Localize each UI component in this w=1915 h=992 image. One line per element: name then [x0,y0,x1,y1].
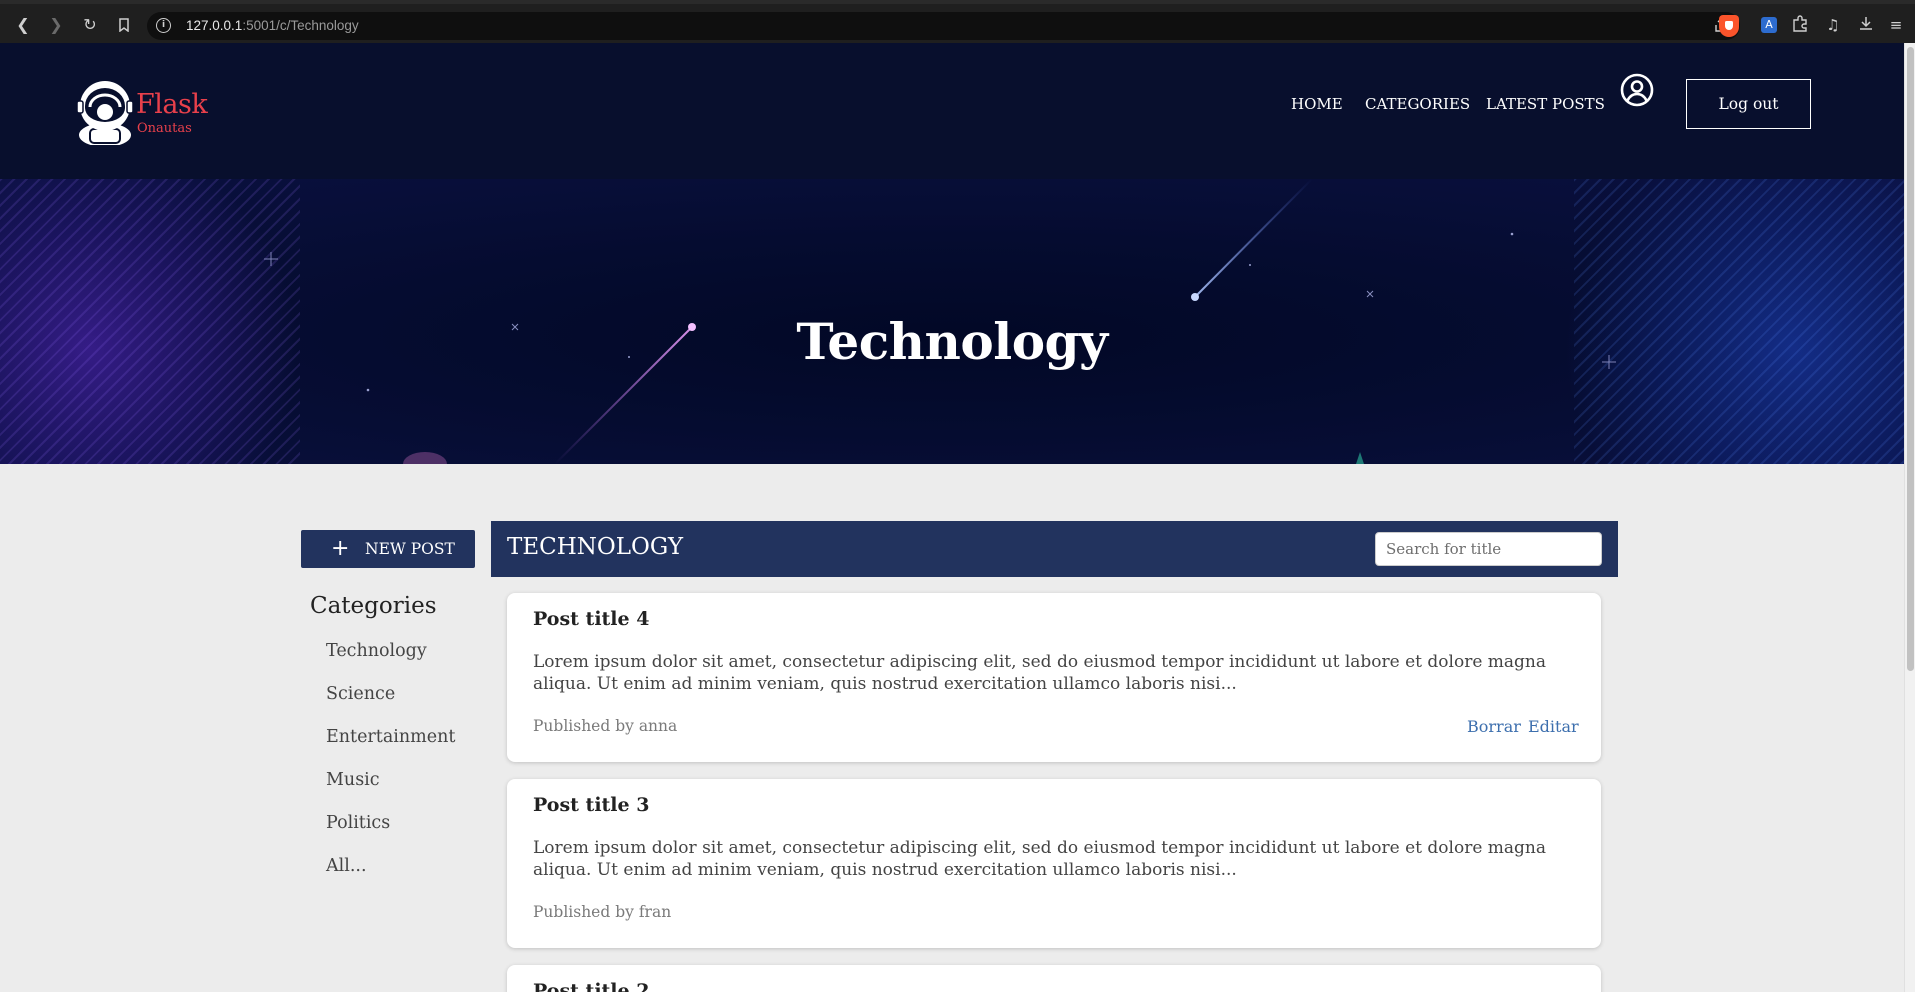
post-author: Published by fran [533,903,672,921]
download-icon[interactable] [1856,15,1876,35]
category-technology[interactable]: Technology [326,641,427,661]
forward-icon[interactable]: ❯ [45,14,67,36]
back-icon[interactable]: ❮ [12,14,34,36]
user-profile-icon[interactable] [1620,73,1654,107]
category-science[interactable]: Science [326,684,395,704]
page-title: Technology [796,312,1108,371]
category-politics[interactable]: Politics [326,813,390,833]
translate-icon[interactable]: A [1761,17,1777,33]
category-heading: TECHNOLOGY [507,534,684,560]
page-scrollbar[interactable] [1904,43,1915,992]
post-excerpt: Lorem ipsum dolor sit amet, consectetur … [533,652,1547,694]
reload-icon[interactable]: ↻ [79,14,101,36]
astronaut-logo-icon [76,81,134,145]
post-card[interactable]: Post title 2 [507,965,1601,992]
nav-categories[interactable]: CATEGORIES [1365,95,1470,113]
hero-banner: Technology [0,179,1904,464]
post-title[interactable]: Post title 4 [533,608,649,630]
url-text: 127.0.0.1:5001/c/Technology [186,18,359,33]
bookmark-icon[interactable] [113,14,135,36]
delete-post-link[interactable]: Borrar [1467,717,1521,736]
post-excerpt: Lorem ipsum dolor sit amet, consectetur … [533,838,1547,880]
site-header: Flask Onautas HOME CATEGORIES LATEST POS… [0,43,1904,179]
nav-latest-posts[interactable]: LATEST POSTS [1486,95,1605,113]
logo-subtitle: Onautas [137,121,192,136]
post-card[interactable]: Post title 4 Lorem ipsum dolor sit amet,… [507,593,1601,762]
logout-button[interactable]: Log out [1686,79,1811,129]
nav-home[interactable]: HOME [1291,95,1343,113]
plus-icon: + [331,536,350,561]
categories-heading: Categories [310,593,437,619]
new-post-button[interactable]: + NEW POST [301,530,475,568]
search-input[interactable] [1375,532,1602,566]
category-music[interactable]: Music [326,770,380,790]
category-entertainment[interactable]: Entertainment [326,727,455,747]
edit-post-link[interactable]: Editar [1528,717,1579,736]
post-card[interactable]: Post title 3 Lorem ipsum dolor sit amet,… [507,779,1601,948]
site-logo[interactable]: Flask Onautas [76,79,216,145]
post-author: Published by anna [533,717,678,735]
extensions-icon[interactable] [1790,15,1810,35]
address-bar[interactable]: i 127.0.0.1:5001/c/Technology [147,12,1740,40]
media-icon[interactable]: ♫ [1823,15,1843,35]
category-panel-header: TECHNOLOGY [491,521,1618,577]
brave-shields-icon[interactable] [1719,15,1739,37]
logo-title: Flask [136,89,208,120]
post-title[interactable]: Post title 2 [533,980,649,992]
browser-toolbar: ❮ ❯ ↻ i 127.0.0.1:5001/c/Technology A ♫ … [0,0,1915,43]
site-info-icon[interactable]: i [156,18,171,33]
category-all[interactable]: All... [326,856,367,876]
menu-icon[interactable]: ≡ [1886,15,1906,35]
post-title[interactable]: Post title 3 [533,794,649,816]
scrollbar-thumb[interactable] [1907,47,1914,671]
new-post-label: NEW POST [365,540,455,558]
